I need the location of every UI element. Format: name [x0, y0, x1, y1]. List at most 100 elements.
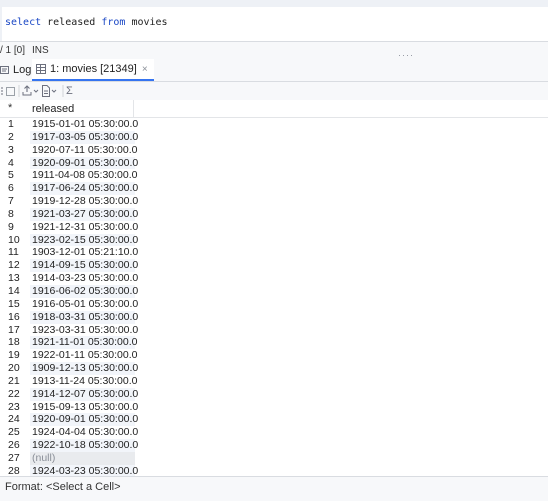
table-row[interactable]: 27 (null)	[0, 451, 548, 465]
released-cell[interactable]: 1918-03-31 05:30:00.0	[30, 310, 138, 324]
released-cell[interactable]: 1920-09-01 05:30:00.0	[30, 413, 138, 427]
table-row[interactable]: 17 1923-03-31 05:30:00.0	[0, 324, 548, 337]
row-number[interactable]: 28	[8, 465, 20, 476]
table-row[interactable]: 8 1921-03-27 05:30:00.0	[0, 207, 548, 221]
row-number[interactable]: 6	[8, 182, 14, 195]
released-cell[interactable]: 1916-06-02 05:30:00.0	[30, 284, 138, 298]
tab-movies-result[interactable]: 1: movies [21349] ×	[32, 59, 154, 81]
table-row[interactable]: 4 1920-09-01 05:30:00.0	[0, 156, 548, 170]
released-cell[interactable]: 1923-03-31 05:30:00.0	[30, 324, 138, 337]
row-number[interactable]: 13	[8, 272, 20, 285]
released-cell[interactable]: 1921-03-27 05:30:00.0	[30, 207, 138, 221]
released-cell[interactable]: 1919-12-28 05:30:00.0	[30, 195, 138, 208]
row-number[interactable]: 9	[8, 221, 14, 234]
released-cell[interactable]: 1914-12-07 05:30:00.0	[30, 387, 138, 401]
table-row[interactable]: 22 1914-12-07 05:30:00.0	[0, 387, 548, 401]
sql-query[interactable]: select released from movies	[5, 17, 168, 28]
released-cell[interactable]: 1917-06-24 05:30:00.0	[30, 182, 138, 196]
released-cell[interactable]: 1914-09-15 05:30:00.0	[30, 259, 138, 273]
released-cell[interactable]: 1921-12-31 05:30:00.0	[30, 221, 138, 234]
row-number[interactable]: 25	[8, 426, 20, 439]
released-cell[interactable]: 1909-12-13 05:30:00.0	[30, 362, 138, 375]
released-cell[interactable]: 1911-04-08 05:30:00.0	[30, 169, 137, 182]
table-row[interactable]: 21 1913-11-24 05:30:00.0	[0, 375, 548, 388]
table-row[interactable]: 28 1924-03-23 05:30:00.0	[0, 464, 548, 476]
released-cell[interactable]: 1922-10-18 05:30:00.0	[30, 439, 138, 452]
table-row[interactable]: 11 1903-12-01 05:21:10.0	[0, 246, 548, 259]
row-number[interactable]: 15	[8, 298, 20, 311]
row-number[interactable]: 8	[8, 208, 14, 221]
row-number[interactable]: 26	[8, 439, 20, 452]
table-row[interactable]: 5 1911-04-08 05:30:00.0	[0, 169, 548, 182]
checkbox-icon[interactable]	[6, 85, 15, 97]
column-header-released[interactable]: released	[32, 103, 74, 115]
table-row[interactable]: 15 1916-05-01 05:30:00.0	[0, 298, 548, 311]
row-number[interactable]: 22	[8, 388, 20, 401]
released-cell[interactable]: 1914-03-23 05:30:00.0	[30, 272, 138, 285]
sql-editor[interactable]: select released from movies	[0, 7, 548, 41]
released-cell[interactable]: 1921-11-01 05:30:00.0	[30, 336, 137, 350]
table-row[interactable]: 3 1920-07-11 05:30:00.0	[0, 144, 548, 157]
row-number[interactable]: 1	[8, 118, 14, 131]
table-row[interactable]: 20 1909-12-13 05:30:00.0	[0, 362, 548, 375]
released-cell[interactable]: (null)	[30, 451, 135, 465]
table-row[interactable]: 13 1914-03-23 05:30:00.0	[0, 272, 548, 285]
table-row[interactable]: 10 1923-02-15 05:30:00.0	[0, 233, 548, 247]
released-cell[interactable]: 1916-05-01 05:30:00.0	[30, 298, 138, 311]
sql-keyword-from: from	[101, 17, 126, 28]
row-number[interactable]: 5	[8, 169, 14, 182]
row-number[interactable]: 16	[8, 311, 20, 324]
row-number[interactable]: 4	[8, 157, 14, 170]
row-number[interactable]: 20	[8, 362, 20, 375]
table-row[interactable]: 9 1921-12-31 05:30:00.0	[0, 221, 548, 234]
row-number[interactable]: 12	[8, 259, 20, 272]
released-cell[interactable]: 1915-01-01 05:30:00.0	[30, 118, 138, 131]
sum-icon[interactable]: Σ	[66, 85, 73, 97]
row-header-corner[interactable]: *	[8, 102, 12, 114]
row-number[interactable]: 27	[8, 452, 20, 465]
row-number[interactable]: 17	[8, 324, 20, 337]
released-cell[interactable]: 1920-07-11 05:30:00.0	[30, 144, 137, 157]
row-number[interactable]: 2	[8, 131, 14, 144]
row-number[interactable]: 23	[8, 401, 20, 414]
released-cell[interactable]: 1903-12-01 05:21:10.0	[30, 246, 138, 259]
released-cell[interactable]: 1924-04-04 05:30:00.0	[30, 426, 138, 439]
table-row[interactable]: 16 1918-03-31 05:30:00.0	[0, 310, 548, 324]
row-number[interactable]: 18	[8, 336, 20, 349]
table-row[interactable]: 25 1924-04-04 05:30:00.0	[0, 426, 548, 439]
close-icon[interactable]: ×	[142, 64, 148, 75]
row-number[interactable]: 14	[8, 285, 20, 298]
released-cell[interactable]: 1920-09-01 05:30:00.0	[30, 156, 138, 170]
row-number[interactable]: 3	[8, 144, 14, 157]
table-row[interactable]: 26 1922-10-18 05:30:00.0	[0, 439, 548, 452]
format-status-bar: Format: <Select a Cell>	[0, 476, 548, 501]
table-row[interactable]: 12 1914-09-15 05:30:00.0	[0, 259, 548, 273]
released-cell[interactable]: 1924-03-23 05:30:00.0	[30, 464, 138, 476]
column-separator[interactable]	[133, 100, 134, 117]
export-icon[interactable]	[22, 85, 40, 97]
document-icon[interactable]	[41, 85, 59, 97]
row-number[interactable]: 11	[8, 246, 19, 259]
tab-log[interactable]: Log	[0, 59, 31, 81]
table-row[interactable]: 19 1922-01-11 05:30:00.0	[0, 349, 548, 362]
table-row[interactable]: 23 1915-09-13 05:30:00.0	[0, 401, 548, 414]
table-row[interactable]: 7 1919-12-28 05:30:00.0	[0, 195, 548, 208]
released-cell[interactable]: 1917-03-05 05:30:00.0	[30, 130, 138, 144]
table-row[interactable]: 18 1921-11-01 05:30:00.0	[0, 336, 548, 350]
table-row[interactable]: 2 1917-03-05 05:30:00.0	[0, 130, 548, 144]
released-cell[interactable]: 1915-09-13 05:30:00.0	[30, 401, 138, 414]
row-number[interactable]: 21	[8, 375, 20, 388]
row-number[interactable]: 19	[8, 349, 20, 362]
result-grid[interactable]: * released 1 1915-01-01 05:30:00.0 2 1917-0…	[0, 100, 548, 476]
table-row[interactable]: 6 1917-06-24 05:30:00.0	[0, 182, 548, 196]
toolbar-left-edge-icon[interactable]	[0, 85, 4, 97]
table-row[interactable]: 1 1915-01-01 05:30:00.0	[0, 118, 548, 131]
row-number[interactable]: 10	[8, 234, 20, 247]
table-row[interactable]: 14 1916-06-02 05:30:00.0	[0, 284, 548, 298]
released-cell[interactable]: 1922-01-11 05:30:00.0	[30, 349, 137, 362]
released-cell[interactable]: 1923-02-15 05:30:00.0	[30, 233, 138, 247]
row-number[interactable]: 7	[8, 195, 14, 208]
table-row[interactable]: 24 1920-09-01 05:30:00.0	[0, 413, 548, 427]
row-number[interactable]: 24	[8, 413, 20, 426]
released-cell[interactable]: 1913-11-24 05:30:00.0	[30, 375, 137, 388]
